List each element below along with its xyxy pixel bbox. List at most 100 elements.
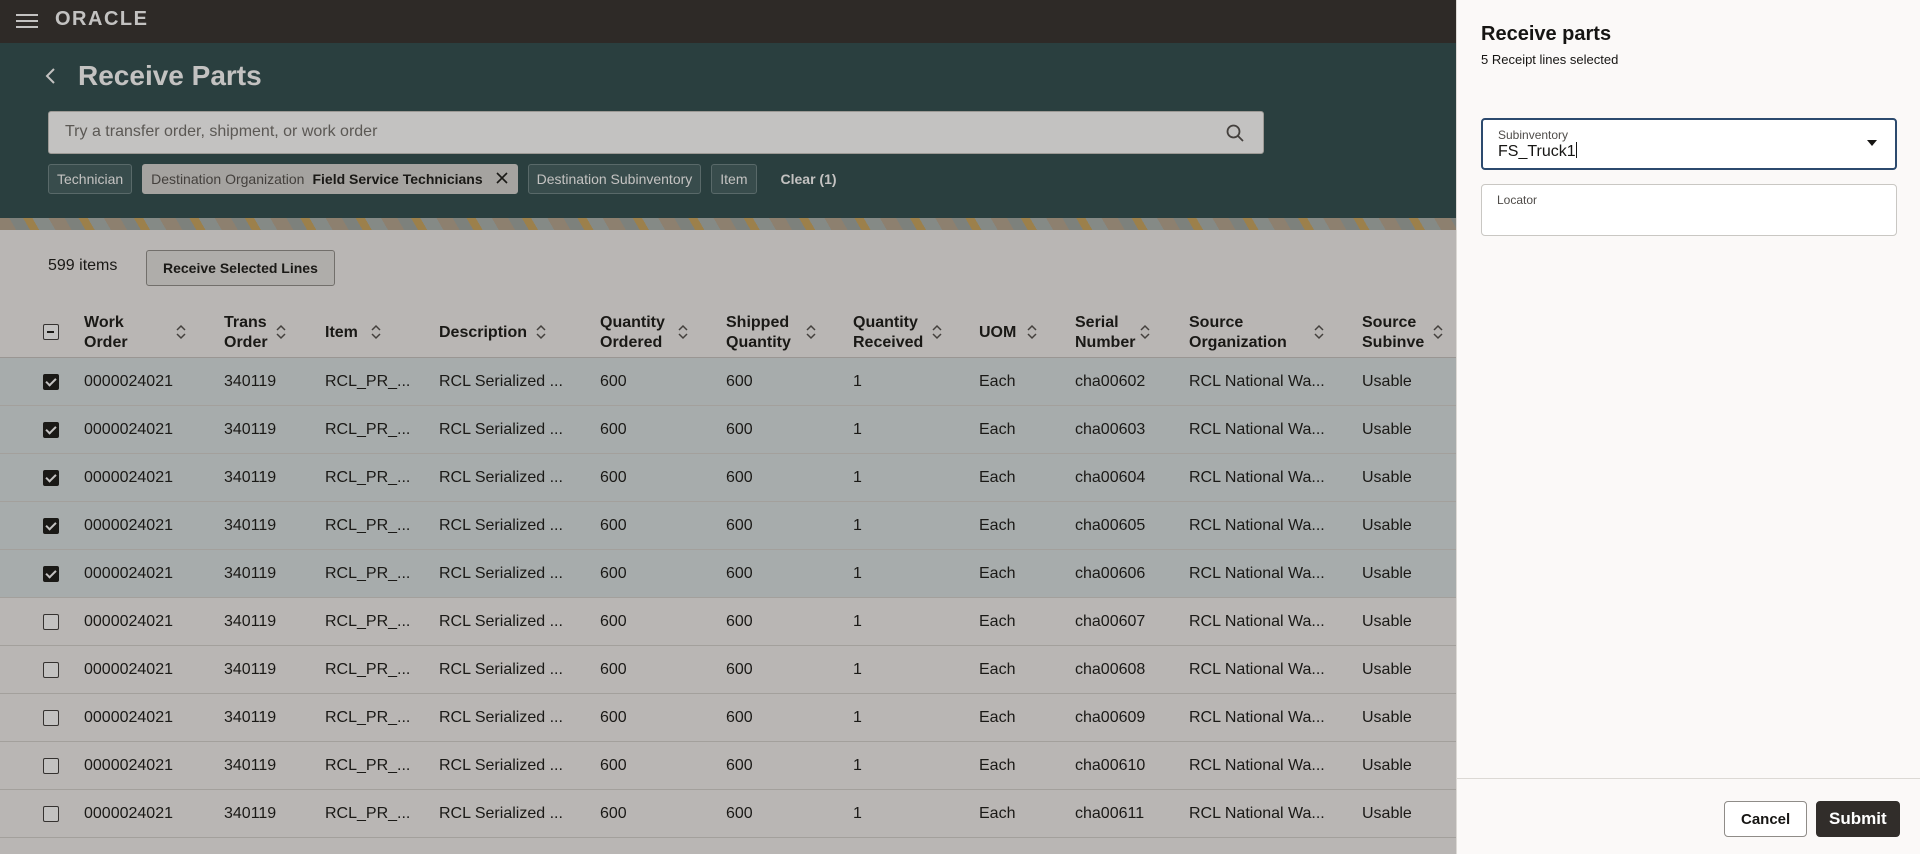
- column-header-label: Order: [84, 334, 128, 351]
- column-header-label: Description: [439, 324, 528, 341]
- row-checkbox[interactable]: [43, 710, 59, 726]
- row-checkbox[interactable]: [43, 566, 59, 582]
- table-cell: RCL_PR_...: [325, 565, 411, 582]
- sort-icon[interactable]: [176, 324, 186, 341]
- column-header[interactable]: Source Subinve: [1362, 313, 1442, 353]
- subinventory-select[interactable]: Subinventory FS_Truck1: [1481, 118, 1897, 170]
- table-cell: 1: [853, 805, 862, 822]
- sort-icon[interactable]: [1433, 324, 1443, 341]
- table-cell: 600: [600, 709, 627, 726]
- column-header[interactable]: Shipped Quantity: [726, 313, 808, 353]
- table-cell: 0000024021: [84, 373, 173, 390]
- filter-technician[interactable]: Technician: [48, 164, 133, 194]
- table-cell: Each: [979, 565, 1016, 582]
- table-cell: 0000024021: [84, 469, 173, 486]
- table-cell: cha00608: [1075, 661, 1146, 678]
- filter-value: Field Service Technicians: [312, 171, 483, 187]
- column-header-label: Item: [325, 324, 358, 341]
- table-row[interactable]: 0000024021 340119 RCL_PR_... RCL Serialized…: [0, 502, 1456, 550]
- drawer-footer: Cancel Submit: [1457, 778, 1920, 854]
- table-cell: 1: [853, 421, 862, 438]
- sort-icon[interactable]: [1140, 324, 1150, 341]
- table-cell: 1: [853, 757, 862, 774]
- close-icon[interactable]: [495, 165, 509, 193]
- table-cell: 600: [726, 373, 753, 390]
- table-row[interactable]: 0000024021 340119 RCL_PR_... RCL Serialized…: [0, 598, 1456, 646]
- table-cell: cha00607: [1075, 613, 1146, 630]
- table-cell: 0000024021: [84, 661, 173, 678]
- sort-icon[interactable]: [1314, 324, 1324, 341]
- column-header[interactable]: Trans Order: [224, 313, 279, 353]
- table-cell: cha00610: [1075, 757, 1146, 774]
- table-cell: cha00605: [1075, 517, 1146, 534]
- chevron-left-icon[interactable]: [44, 66, 60, 86]
- table-cell: 600: [600, 661, 627, 678]
- subinventory-value[interactable]: FS_Truck1: [1498, 142, 1577, 161]
- sort-icon[interactable]: [932, 324, 942, 341]
- table-cell: 600: [726, 565, 753, 582]
- table-row[interactable]: 0000024021 340119 RCL_PR_... RCL Serialized…: [0, 454, 1456, 502]
- row-checkbox[interactable]: [43, 374, 59, 390]
- table-cell: RCL Serialized ...: [439, 517, 563, 534]
- table-cell: 0000024021: [84, 517, 173, 534]
- select-all-checkbox[interactable]: [43, 324, 59, 340]
- hamburger-icon[interactable]: [16, 11, 38, 31]
- subinventory-label: Subinventory: [1498, 128, 1569, 142]
- sort-icon[interactable]: [371, 324, 381, 341]
- table-cell: 600: [726, 805, 753, 822]
- receive-selected-lines-button[interactable]: Receive Selected Lines: [146, 250, 335, 286]
- page-title: Receive Parts: [78, 60, 262, 91]
- table-row[interactable]: 0000024021 340119 RCL_PR_... RCL Serialized…: [0, 550, 1456, 598]
- sort-icon[interactable]: [678, 324, 688, 341]
- filter-chips: Technician Destination Organization Fiel…: [48, 164, 837, 194]
- filter-destination-organization[interactable]: Destination Organization Field Service T…: [142, 164, 518, 194]
- row-checkbox[interactable]: [43, 758, 59, 774]
- table-row[interactable]: 0000024021 340119 RCL_PR_... RCL Serialized…: [0, 790, 1456, 838]
- column-header[interactable]: Item: [325, 323, 405, 343]
- sort-icon[interactable]: [1027, 324, 1037, 341]
- table-cell: 600: [600, 373, 627, 390]
- row-checkbox[interactable]: [43, 806, 59, 822]
- table-row[interactable]: 0000024021 340119 RCL_PR_... RCL Serialized…: [0, 406, 1456, 454]
- column-header[interactable]: Work Order: [84, 313, 184, 353]
- table-row[interactable]: 0000024021 340119 RCL_PR_... RCL Serialized…: [0, 646, 1456, 694]
- clear-filters-link[interactable]: Clear (1): [781, 171, 837, 187]
- sort-icon[interactable]: [536, 324, 546, 341]
- row-checkbox[interactable]: [43, 470, 59, 486]
- table-cell: 1: [853, 709, 862, 726]
- search-input[interactable]: [65, 123, 1185, 141]
- item-count: 599 items: [48, 257, 118, 274]
- table-row[interactable]: 0000024021 340119 RCL_PR_... RCL Serialized…: [0, 358, 1456, 406]
- table-cell: 600: [726, 661, 753, 678]
- table-cell: 340119: [224, 373, 277, 390]
- search-box[interactable]: [48, 111, 1264, 154]
- sort-icon[interactable]: [806, 324, 816, 341]
- column-header-label: Received: [853, 334, 924, 351]
- row-checkbox[interactable]: [43, 518, 59, 534]
- row-checkbox[interactable]: [43, 422, 59, 438]
- locator-field[interactable]: Locator: [1481, 184, 1897, 236]
- sort-icon[interactable]: [276, 324, 286, 341]
- table-cell: 600: [726, 613, 753, 630]
- table-cell: 340119: [224, 469, 277, 486]
- table-cell: RCL National Wa...: [1189, 805, 1325, 822]
- column-header[interactable]: Quantity Received: [853, 313, 935, 353]
- search-icon[interactable]: [1225, 123, 1245, 143]
- column-header-label: Order: [224, 334, 268, 351]
- filter-item[interactable]: Item: [711, 164, 757, 194]
- table-row[interactable]: 0000024021 340119 RCL_PR_... RCL Serialized…: [0, 742, 1456, 790]
- table-cell: cha00606: [1075, 565, 1146, 582]
- column-header[interactable]: Description: [439, 323, 579, 343]
- table-cell: RCL_PR_...: [325, 805, 411, 822]
- table-cell: RCL Serialized ...: [439, 421, 563, 438]
- submit-button[interactable]: Submit: [1816, 801, 1900, 837]
- row-checkbox[interactable]: [43, 614, 59, 630]
- cancel-button[interactable]: Cancel: [1724, 801, 1808, 837]
- column-header[interactable]: UOM: [979, 323, 1029, 343]
- table-cell: RCL National Wa...: [1189, 469, 1325, 486]
- row-checkbox[interactable]: [43, 662, 59, 678]
- column-header[interactable]: Quantity Ordered: [600, 313, 682, 353]
- caret-down-icon[interactable]: [1867, 140, 1877, 146]
- filter-destination-subinventory[interactable]: Destination Subinventory: [527, 164, 702, 194]
- table-row[interactable]: 0000024021 340119 RCL_PR_... RCL Serialized…: [0, 694, 1456, 742]
